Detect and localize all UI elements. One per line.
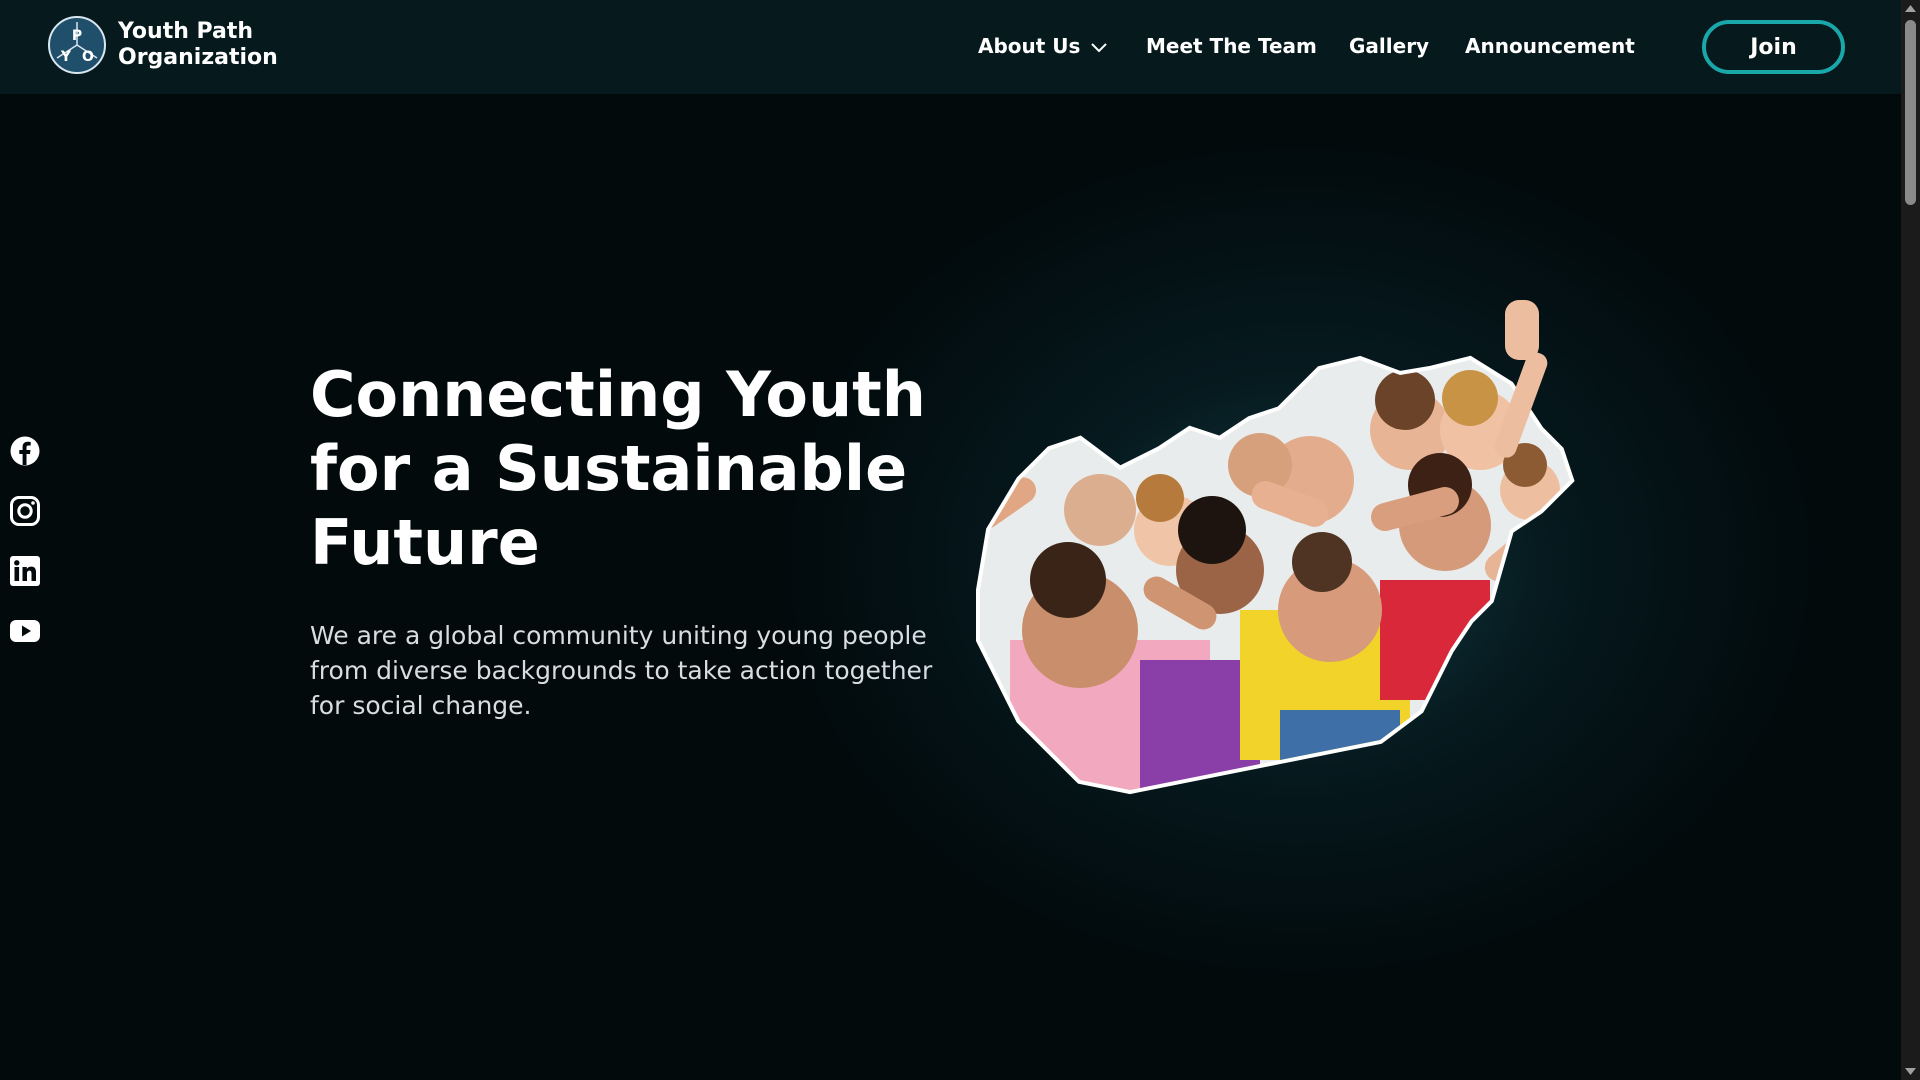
nav-about-us[interactable]: About Us	[978, 34, 1108, 58]
logo-mark-icon: P Y O	[48, 16, 106, 74]
scrollbar-thumb[interactable]	[1905, 20, 1916, 205]
page-scrollbar[interactable]	[1901, 0, 1920, 1080]
youtube-icon[interactable]	[9, 615, 41, 647]
instagram-icon[interactable]	[9, 495, 41, 527]
brand-name-line2: Organization	[118, 45, 278, 70]
nav-meet-the-team[interactable]: Meet The Team	[1146, 34, 1317, 58]
chevron-down-icon	[1090, 34, 1108, 58]
brand-name-line1: Youth Path	[118, 19, 254, 44]
logo-letter-p: P	[72, 28, 82, 44]
hero-subtitle: We are a global community uniting young …	[310, 621, 933, 720]
nav-about-us-label: About Us	[978, 34, 1081, 58]
join-button[interactable]: Join	[1702, 20, 1845, 74]
logo-letter-o: O	[82, 49, 94, 65]
nav-gallery[interactable]: Gallery	[1349, 34, 1429, 58]
page: P Y O Youth Path Organization About Us M…	[0, 0, 1920, 1080]
logo-letter-y: Y	[60, 49, 72, 65]
scroll-up-arrow-icon[interactable]	[1901, 0, 1920, 18]
top-navbar: P Y O Youth Path Organization About Us M…	[0, 0, 1901, 94]
nav-announcement[interactable]: Announcement	[1465, 34, 1635, 58]
linkedin-icon[interactable]	[9, 555, 41, 587]
facebook-icon[interactable]	[9, 435, 41, 467]
hero-group-photo	[950, 280, 1650, 830]
brand-name: Youth Path Organization	[118, 19, 278, 71]
scroll-down-arrow-icon[interactable]	[1901, 1062, 1920, 1080]
brand-logo[interactable]: P Y O Youth Path Organization	[48, 16, 278, 74]
hero-title: Connecting Youth for a Sustainable Futur…	[310, 358, 926, 579]
